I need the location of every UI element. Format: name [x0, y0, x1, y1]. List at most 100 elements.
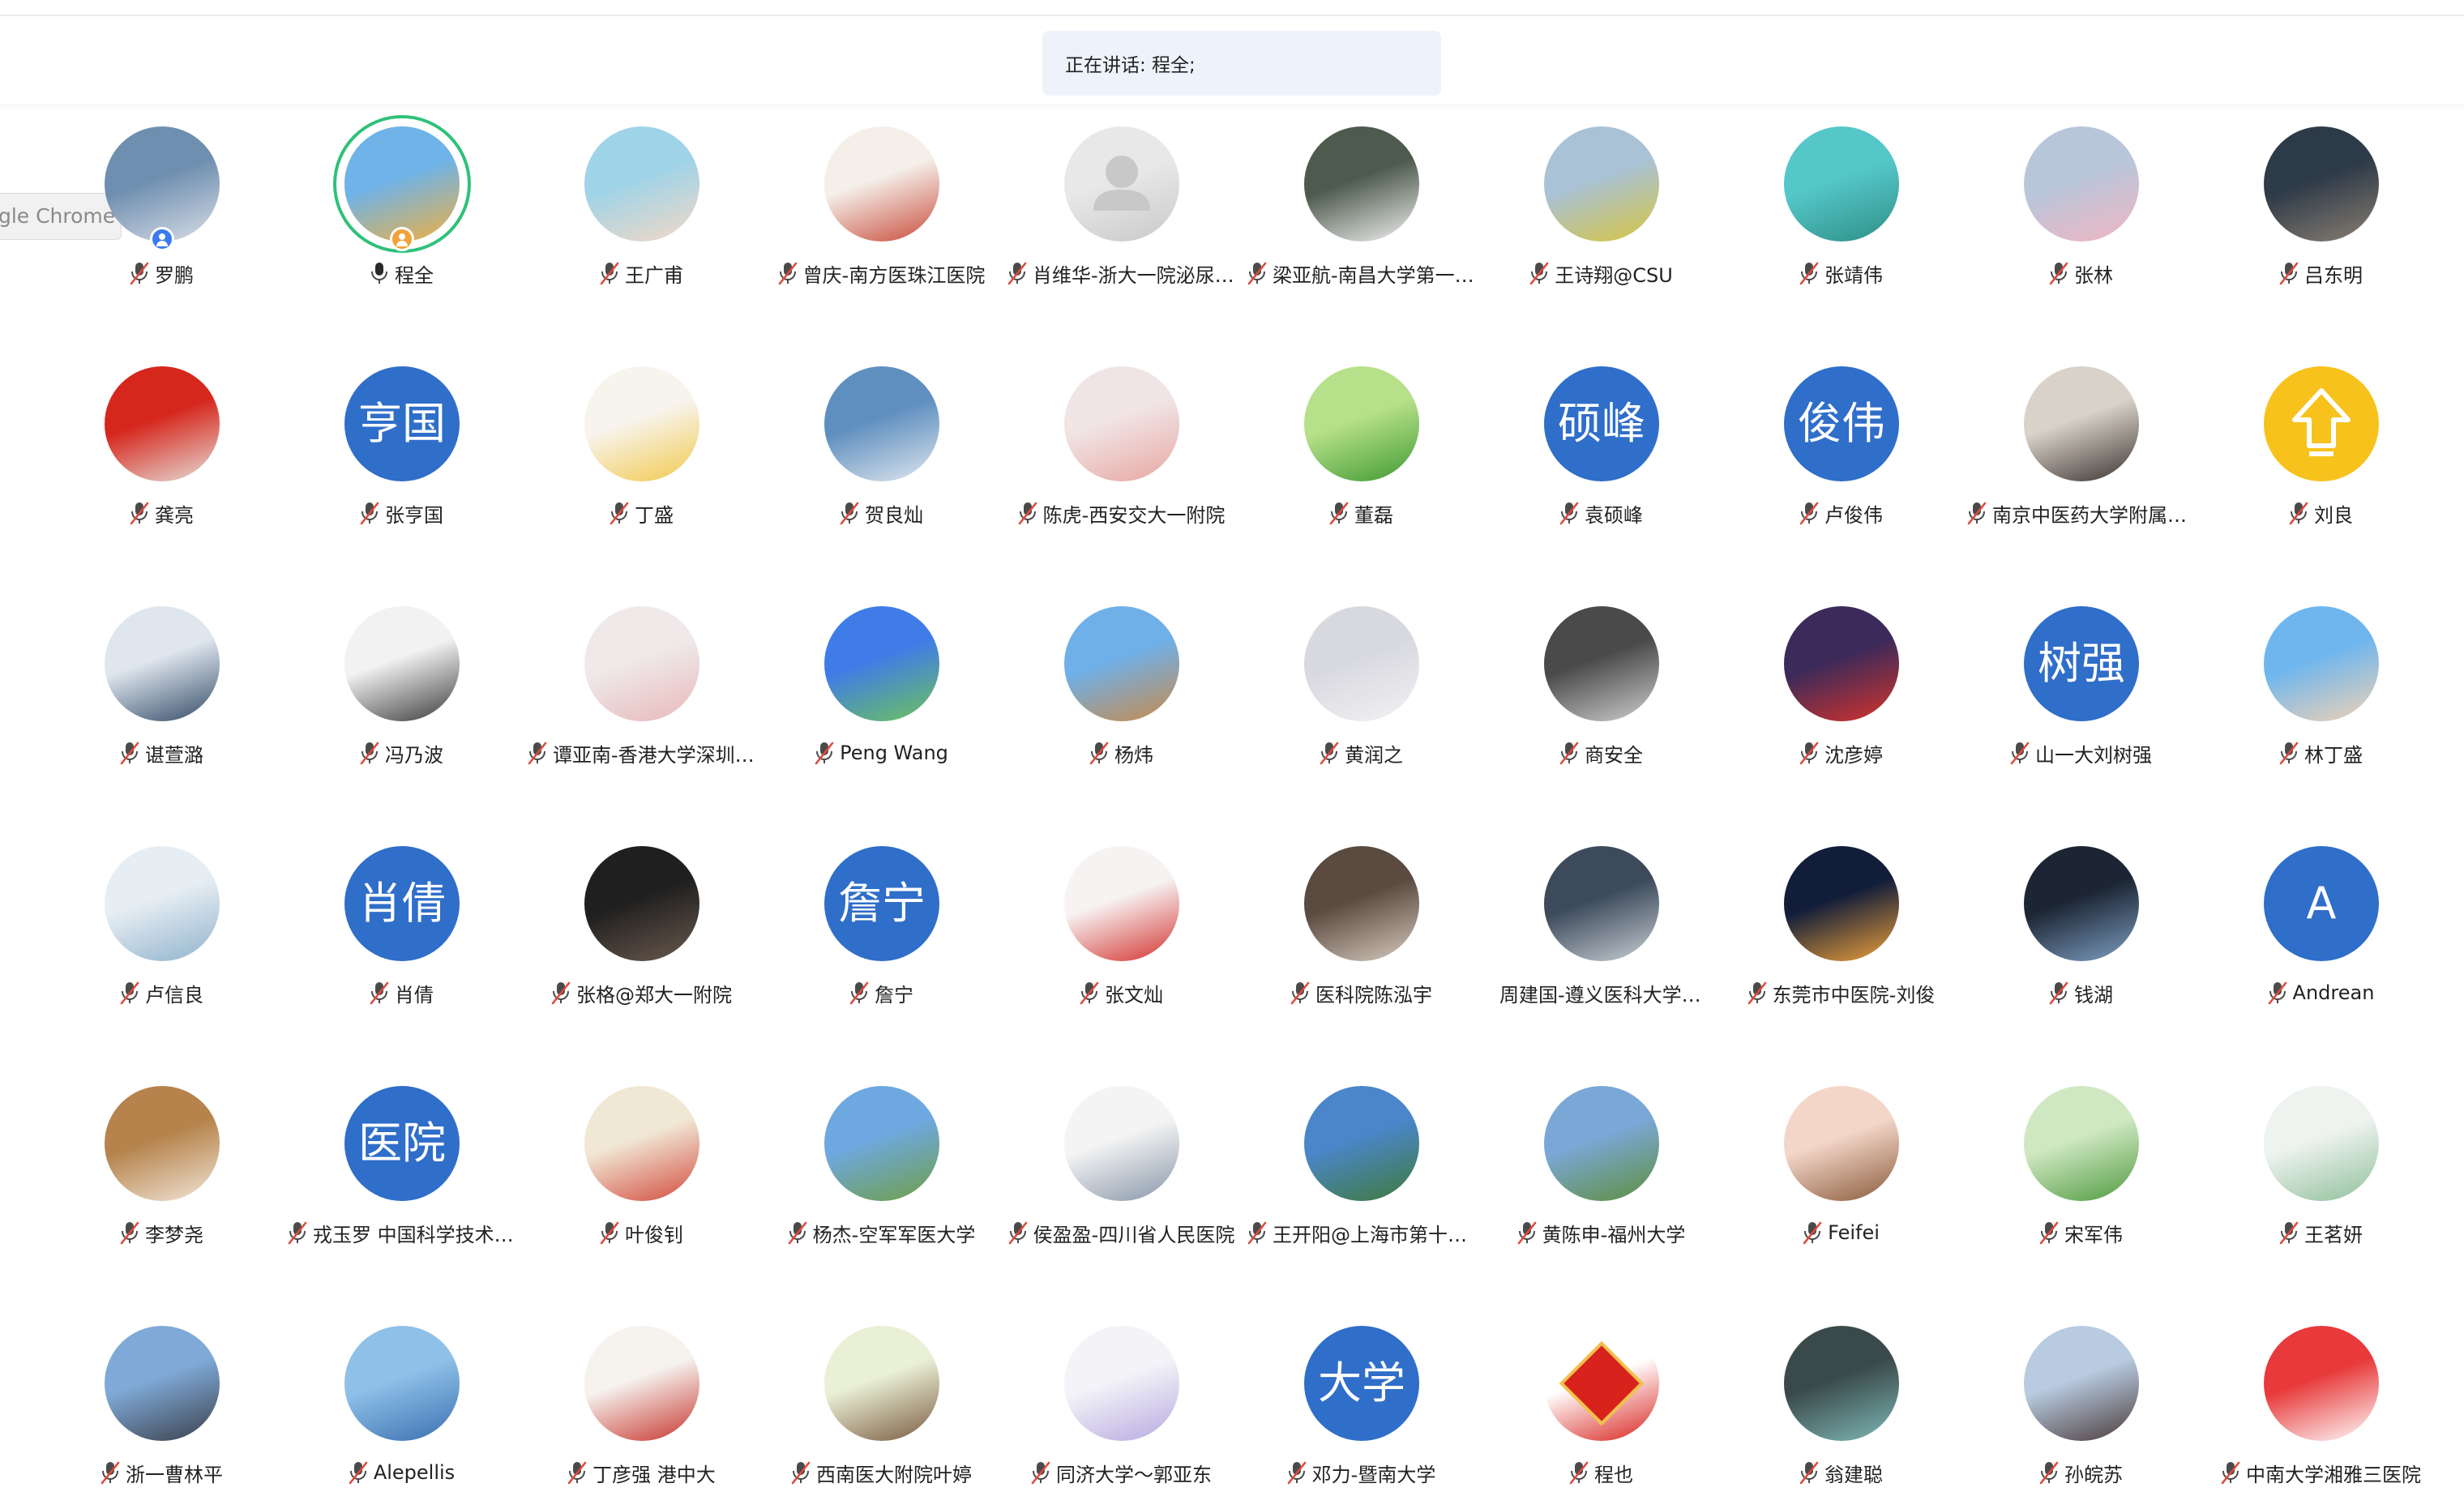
- participant-tile[interactable]: 浙一曹林平: [41, 1314, 281, 1509]
- participant-tile[interactable]: 大学 邓力-暨南大学: [1241, 1314, 1481, 1509]
- avatar[interactable]: [1544, 606, 1659, 721]
- text-avatar[interactable]: 亨国: [344, 366, 460, 481]
- avatar[interactable]: [584, 366, 699, 481]
- avatar[interactable]: [824, 366, 939, 481]
- text-avatar[interactable]: A: [2264, 846, 2379, 961]
- participant-tile[interactable]: 王广甫: [521, 115, 761, 310]
- participant-tile[interactable]: 杨炜: [1001, 595, 1241, 789]
- participant-tile[interactable]: 梁亚航-南昌大学第一附属医院: [1241, 115, 1481, 310]
- avatar[interactable]: [2264, 606, 2379, 721]
- participant-tile[interactable]: Alepellis: [281, 1314, 521, 1509]
- participant-tile[interactable]: 钱湖: [1961, 835, 2201, 1029]
- participant-tile[interactable]: 张林: [1961, 115, 2201, 310]
- participant-tile[interactable]: 曾庆-南方医珠江医院: [761, 115, 1001, 310]
- avatar[interactable]: [1064, 846, 1179, 961]
- participant-tile[interactable]: 詹宁 詹宁: [761, 835, 1001, 1029]
- participant-tile[interactable]: 商安全: [1481, 595, 1721, 789]
- avatar[interactable]: [105, 846, 220, 961]
- participant-tile[interactable]: Feifei: [1721, 1075, 1961, 1269]
- avatar[interactable]: [1304, 606, 1419, 721]
- avatar[interactable]: [1784, 126, 1899, 242]
- text-avatar[interactable]: 大学: [1304, 1326, 1419, 1441]
- avatar[interactable]: [1064, 366, 1179, 481]
- participant-tile[interactable]: 肖维华-浙大一院泌尿外科: [1001, 115, 1241, 310]
- participant-tile[interactable]: 医院戎玉罗 中国科学技术大学附属第一医院: [281, 1075, 521, 1269]
- participant-tile[interactable]: 冯乃波: [281, 595, 521, 789]
- avatar[interactable]: [1064, 606, 1179, 721]
- avatar[interactable]: [1304, 1086, 1419, 1201]
- avatar[interactable]: [824, 606, 939, 721]
- participant-tile[interactable]: 南京中医药大学附属医院: [1961, 355, 2201, 549]
- participant-tile[interactable]: 叶俊钊: [521, 1075, 761, 1269]
- avatar[interactable]: [2264, 366, 2379, 481]
- avatar[interactable]: [344, 606, 460, 721]
- avatar[interactable]: [1304, 846, 1419, 961]
- avatar[interactable]: [584, 846, 699, 961]
- avatar[interactable]: [344, 1326, 460, 1441]
- participant-tile[interactable]: Peng Wang: [761, 595, 1001, 789]
- avatar[interactable]: [1064, 1086, 1179, 1201]
- avatar[interactable]: [344, 126, 460, 242]
- avatar[interactable]: [2264, 126, 2379, 242]
- avatar[interactable]: [2024, 846, 2139, 961]
- avatar[interactable]: [2264, 1086, 2379, 1201]
- avatar[interactable]: [1784, 846, 1899, 961]
- participant-tile[interactable]: 贺良灿: [761, 355, 1001, 549]
- participant-tile[interactable]: 杨杰-空军军医大学: [761, 1075, 1001, 1269]
- avatar[interactable]: [1784, 1326, 1899, 1441]
- participant-tile[interactable]: 树强 山一大刘树强: [1961, 595, 2201, 789]
- avatar[interactable]: [824, 1086, 939, 1201]
- avatar[interactable]: [1064, 1326, 1179, 1441]
- participant-tile[interactable]: 黄润之: [1241, 595, 1481, 789]
- participant-tile[interactable]: 同济大学～郭亚东: [1001, 1314, 1241, 1509]
- avatar[interactable]: [105, 1326, 220, 1441]
- participant-tile[interactable]: 卢信良: [41, 835, 281, 1029]
- participant-tile[interactable]: 张靖伟: [1721, 115, 1961, 310]
- participant-tile[interactable]: 董磊: [1241, 355, 1481, 549]
- participant-tile[interactable]: 医科院陈泓宇: [1241, 835, 1481, 1029]
- text-avatar[interactable]: 树强: [2024, 606, 2139, 721]
- avatar[interactable]: [1304, 366, 1419, 481]
- participant-tile[interactable]: 宋军伟: [1961, 1075, 2201, 1269]
- avatar[interactable]: [584, 1326, 699, 1441]
- text-avatar[interactable]: 硕峰: [1544, 366, 1659, 481]
- avatar[interactable]: [1304, 126, 1419, 242]
- avatar[interactable]: [824, 1326, 939, 1441]
- participant-tile[interactable]: 西南医大附院叶婷: [761, 1314, 1001, 1509]
- participant-tile[interactable]: 肖倩 肖倩: [281, 835, 521, 1029]
- participant-tile[interactable]: 侯盈盈-四川省人民医院: [1001, 1075, 1241, 1269]
- participant-tile[interactable]: 吕东明: [2201, 115, 2440, 310]
- participant-tile[interactable]: 龚亮: [41, 355, 281, 549]
- participant-tile[interactable]: 谌萱潞: [41, 595, 281, 789]
- participant-tile[interactable]: 黄陈申-福州大学: [1481, 1075, 1721, 1269]
- avatar[interactable]: [584, 606, 699, 721]
- participant-tile[interactable]: 李梦尧: [41, 1075, 281, 1269]
- participant-tile[interactable]: 王茗妍: [2201, 1075, 2440, 1269]
- participant-tile[interactable]: 亨国 张亨国: [281, 355, 521, 549]
- participant-tile[interactable]: 陈虎-西安交大一附院: [1001, 355, 1241, 549]
- participant-tile[interactable]: 王开阳@上海市第十人民医院: [1241, 1075, 1481, 1269]
- participant-tile[interactable]: 张文灿: [1001, 835, 1241, 1029]
- avatar[interactable]: [584, 126, 699, 242]
- participant-tile[interactable]: 张格@郑大一附院: [521, 835, 761, 1029]
- text-avatar[interactable]: 詹宁: [824, 846, 939, 961]
- avatar[interactable]: [2024, 1086, 2139, 1201]
- participant-tile[interactable]: 中南大学湘雅三医院: [2201, 1314, 2440, 1509]
- avatar[interactable]: [105, 126, 220, 242]
- participant-tile[interactable]: 程全: [281, 115, 521, 310]
- participant-tile[interactable]: 程也: [1481, 1314, 1721, 1509]
- avatar[interactable]: [824, 126, 939, 242]
- participant-tile[interactable]: 孙皖苏: [1961, 1314, 2201, 1509]
- participant-tile[interactable]: 罗鹏: [41, 115, 281, 310]
- participant-tile[interactable]: 丁彦强 港中大: [521, 1314, 761, 1509]
- participant-tile[interactable]: 丁盛: [521, 355, 761, 549]
- avatar[interactable]: [1544, 1086, 1659, 1201]
- participant-tile[interactable]: 沈彦婷: [1721, 595, 1961, 789]
- avatar[interactable]: [1064, 126, 1179, 242]
- avatar[interactable]: [1544, 126, 1659, 242]
- text-avatar[interactable]: 俊伟: [1784, 366, 1899, 481]
- avatar[interactable]: [2024, 366, 2139, 481]
- avatar[interactable]: [1784, 606, 1899, 721]
- participant-tile[interactable]: 林丁盛: [2201, 595, 2440, 789]
- avatar[interactable]: [584, 1086, 699, 1201]
